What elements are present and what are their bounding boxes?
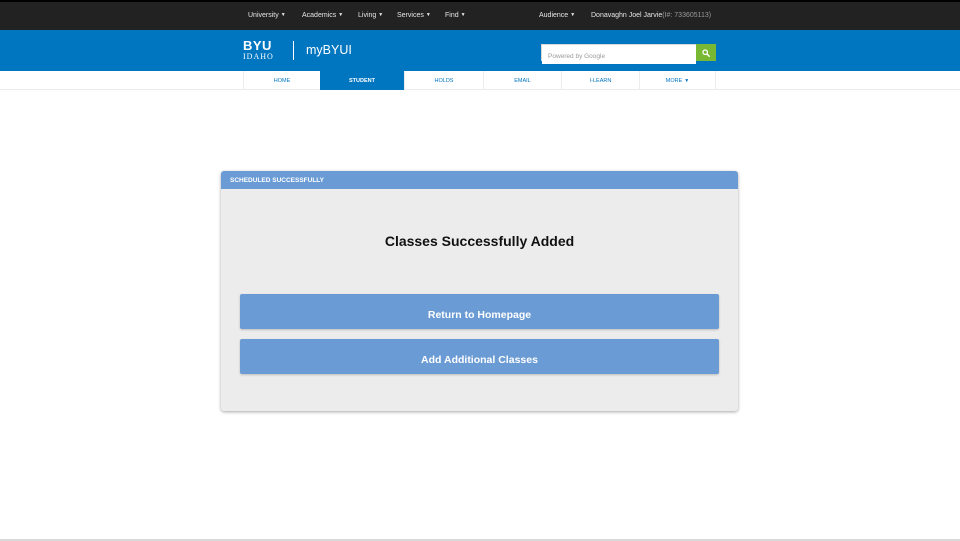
tab-student-label: Student [349,77,375,84]
tab-i-learn-label: I-Learn [589,77,612,84]
card-title: Classes Successfully Added [384,233,575,249]
caret-down-icon: ▼ [570,12,576,18]
nav-find-label: Find [445,12,459,19]
tab-holds[interactable]: Holds [404,71,483,90]
nav-services[interactable]: Services ▼ [397,12,431,19]
add-additional-classes-button[interactable]: Add Additional Classes [240,339,719,374]
user-id: (I#: 733605113) [662,12,712,19]
caret-down-icon: ▼ [684,77,690,84]
tab-i-learn[interactable]: I-Learn [561,71,639,90]
search-box [541,44,696,64]
tab-home[interactable]: Home [243,71,320,90]
top-bar: University ▼ Academics ▼ Living ▼ Services ▼… [0,0,960,30]
tab-holds-label: Holds [434,77,454,84]
nav-university[interactable]: University ▼ [248,12,286,19]
card-header: SCHEDULED SUCCESSFULLY [221,171,738,189]
tab-email-label: Email [514,77,531,84]
tab-student[interactable]: Student [320,71,404,90]
nav-living[interactable]: Living ▼ [358,12,383,19]
byu-idaho-logo[interactable]: BYU IDAHO [243,38,274,61]
tab-divider [715,71,716,90]
tab-more[interactable]: More ▼ [639,71,715,90]
tab-email[interactable]: Email [483,71,561,90]
site-header: BYU IDAHO myBYUI [0,30,960,71]
logo-byu-text: BYU [243,38,272,53]
nav-university-label: University [248,12,279,19]
nav-audience-label: Audience [539,12,569,19]
caret-down-icon: ▼ [425,12,431,18]
nav-academics-label: Academics [302,12,337,19]
caret-down-icon: ▼ [280,12,286,18]
nav-academics[interactable]: Academics ▼ [302,12,343,19]
nav-services-label: Services [397,12,424,19]
logo-idaho-text: IDAHO [243,52,274,61]
nav-find[interactable]: Find ▼ [445,12,466,19]
magnifier-icon [702,48,710,57]
nav-living-label: Living [358,12,377,19]
tab-home-label: Home [273,77,291,84]
tab-more-label: More [665,77,683,84]
nav-audience[interactable]: Audience ▼ [539,12,575,19]
user-menu[interactable]: Donavaghn Joel Jarvie(I#: 733605113) [591,12,711,19]
user-name: Donavaghn Joel Jarvie [591,12,663,19]
search-input[interactable] [542,49,696,64]
search-button[interactable] [696,44,716,61]
logo-divider [293,41,294,60]
success-card: SCHEDULED SUCCESSFULLY Classes Successfu… [221,171,738,411]
site-title[interactable]: myBYUI [306,43,352,57]
return-to-homepage-button[interactable]: Return to Homepage [240,294,719,329]
caret-down-icon: ▼ [460,12,466,18]
main-nav: Home Student Holds Email I-Learn More ▼ [0,71,960,90]
caret-down-icon: ▼ [378,12,384,18]
caret-down-icon: ▼ [338,12,344,18]
